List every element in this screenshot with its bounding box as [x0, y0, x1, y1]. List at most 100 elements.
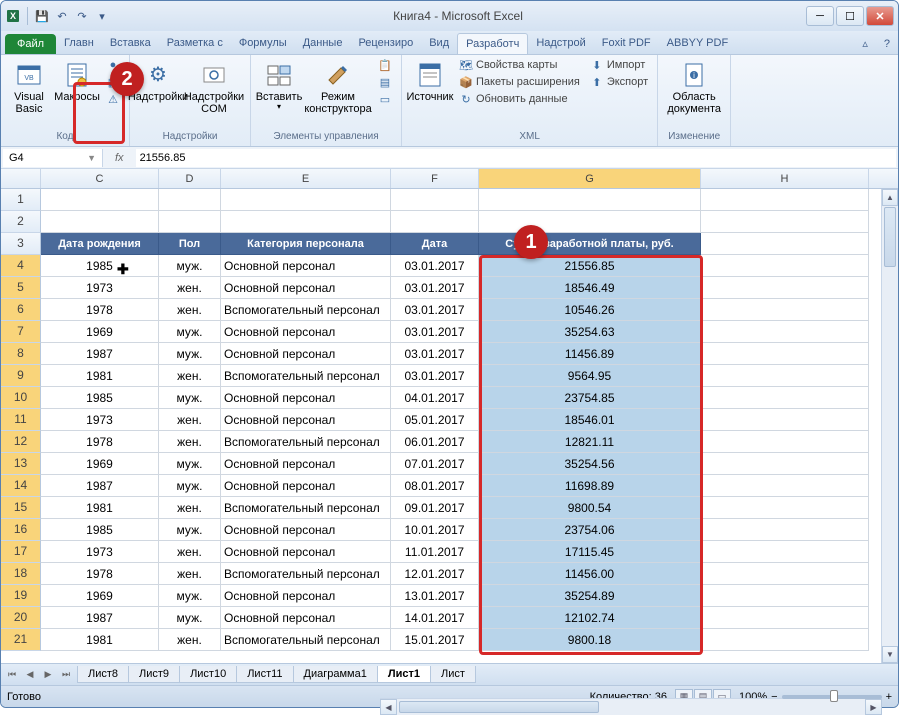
cell[interactable]: [701, 343, 869, 365]
row-header[interactable]: 1: [1, 189, 41, 211]
ribbon-tab[interactable]: Разметка с: [159, 33, 231, 54]
cell[interactable]: 1987: [41, 343, 159, 365]
cell[interactable]: 14.01.2017: [391, 607, 479, 629]
visual-basic-button[interactable]: VB Visual Basic: [7, 57, 51, 117]
run-dialog-button[interactable]: ▭: [375, 91, 395, 107]
horizontal-scrollbar[interactable]: ◀ ▶: [380, 698, 882, 708]
cell[interactable]: 1985: [41, 519, 159, 541]
row-header[interactable]: 6: [1, 299, 41, 321]
cell[interactable]: 11.01.2017: [391, 541, 479, 563]
cell[interactable]: 09.01.2017: [391, 497, 479, 519]
select-all-corner[interactable]: [1, 169, 41, 188]
cell[interactable]: Основной персонал: [221, 409, 391, 431]
ribbon-tab[interactable]: Разработч: [457, 33, 528, 54]
cell[interactable]: 03.01.2017: [391, 321, 479, 343]
row-header[interactable]: 21: [1, 629, 41, 651]
properties-button[interactable]: 📋: [375, 57, 395, 73]
col-header-c[interactable]: C: [41, 169, 159, 188]
cell-selected[interactable]: 18546.49: [479, 277, 701, 299]
cell[interactable]: [391, 211, 479, 233]
cell[interactable]: муж.: [159, 453, 221, 475]
cell[interactable]: 1973: [41, 277, 159, 299]
scroll-left-button[interactable]: ◀: [380, 699, 397, 708]
row-header[interactable]: 15: [1, 497, 41, 519]
cell[interactable]: 08.01.2017: [391, 475, 479, 497]
cell[interactable]: 1981: [41, 365, 159, 387]
ribbon-tab[interactable]: Надстрой: [528, 33, 593, 54]
cell[interactable]: 1978: [41, 563, 159, 585]
cell[interactable]: 06.01.2017: [391, 431, 479, 453]
cell[interactable]: жен.: [159, 431, 221, 453]
cell-selected[interactable]: 11456.89: [479, 343, 701, 365]
cell[interactable]: [701, 519, 869, 541]
cell[interactable]: Основной персонал: [221, 255, 391, 277]
cell-selected[interactable]: 12821.11: [479, 431, 701, 453]
cell[interactable]: [479, 189, 701, 211]
cell[interactable]: [701, 585, 869, 607]
minimize-button[interactable]: ─: [806, 6, 834, 26]
cell[interactable]: Основной персонал: [221, 541, 391, 563]
com-addins-button[interactable]: Надстройки COM: [184, 57, 244, 117]
header-cell[interactable]: Сумма заработной платы, руб.: [479, 233, 701, 255]
help-icon[interactable]: ?: [876, 34, 898, 54]
cell[interactable]: муж.: [159, 387, 221, 409]
scroll-up-button[interactable]: ▲: [882, 189, 898, 206]
row-header[interactable]: 2: [1, 211, 41, 233]
cell[interactable]: [701, 211, 869, 233]
sheet-tab[interactable]: Лист10: [179, 666, 237, 683]
save-icon[interactable]: 💾: [34, 8, 50, 24]
cell[interactable]: муж.: [159, 255, 221, 277]
row-header[interactable]: 8: [1, 343, 41, 365]
col-header-g[interactable]: G: [479, 169, 701, 188]
cell[interactable]: [701, 189, 869, 211]
cell[interactable]: 13.01.2017: [391, 585, 479, 607]
cell[interactable]: 12.01.2017: [391, 563, 479, 585]
cell[interactable]: [159, 189, 221, 211]
cell-selected[interactable]: 17115.45: [479, 541, 701, 563]
ribbon-tab[interactable]: Вставка: [102, 33, 159, 54]
cell-selected[interactable]: 10546.26: [479, 299, 701, 321]
cell[interactable]: Вспомогательный персонал: [221, 629, 391, 651]
sheet-tab[interactable]: Лист9: [128, 666, 180, 683]
cell[interactable]: 03.01.2017: [391, 343, 479, 365]
row-header[interactable]: 12: [1, 431, 41, 453]
header-cell[interactable]: Пол: [159, 233, 221, 255]
undo-icon[interactable]: ↶: [54, 8, 70, 24]
ribbon-tab[interactable]: Формулы: [231, 33, 295, 54]
cell[interactable]: [701, 431, 869, 453]
cell[interactable]: Основной персонал: [221, 343, 391, 365]
cell-selected[interactable]: 18546.01: [479, 409, 701, 431]
hscroll-thumb[interactable]: [399, 701, 599, 708]
cell[interactable]: 1985: [41, 387, 159, 409]
cell[interactable]: муж.: [159, 475, 221, 497]
ribbon-tab[interactable]: Вид: [421, 33, 457, 54]
cell[interactable]: [701, 541, 869, 563]
cell-selected[interactable]: 9800.54: [479, 497, 701, 519]
zoom-slider[interactable]: [782, 695, 882, 699]
row-header[interactable]: 11: [1, 409, 41, 431]
import-button[interactable]: ⬇Импорт: [587, 57, 651, 73]
row-header[interactable]: 9: [1, 365, 41, 387]
name-box[interactable]: G4 ▼: [3, 149, 103, 167]
cell-selected[interactable]: 11698.89: [479, 475, 701, 497]
cell[interactable]: 03.01.2017: [391, 277, 479, 299]
tab-nav-next-icon[interactable]: ▶: [40, 669, 56, 680]
cell[interactable]: Основной персонал: [221, 387, 391, 409]
cell[interactable]: 04.01.2017: [391, 387, 479, 409]
doc-area-button[interactable]: i Область документа: [664, 57, 724, 117]
maximize-button[interactable]: ☐: [836, 6, 864, 26]
cell-selected[interactable]: 35254.89: [479, 585, 701, 607]
cell[interactable]: 03.01.2017: [391, 365, 479, 387]
cell[interactable]: [159, 211, 221, 233]
cell[interactable]: 1987: [41, 607, 159, 629]
cell[interactable]: [479, 211, 701, 233]
insert-control-button[interactable]: Вставить ▾: [257, 57, 301, 114]
sheet-tab[interactable]: Лист1: [377, 666, 431, 683]
map-props-button[interactable]: 🗺Свойства карты: [456, 57, 583, 73]
cell-selected[interactable]: 35254.56: [479, 453, 701, 475]
cell-selected[interactable]: 9564.95: [479, 365, 701, 387]
cell[interactable]: муж.: [159, 607, 221, 629]
tab-nav-first-icon[interactable]: ⏮: [4, 669, 20, 680]
cell[interactable]: 1981: [41, 497, 159, 519]
ribbon-tab[interactable]: Foxit PDF: [594, 33, 659, 54]
